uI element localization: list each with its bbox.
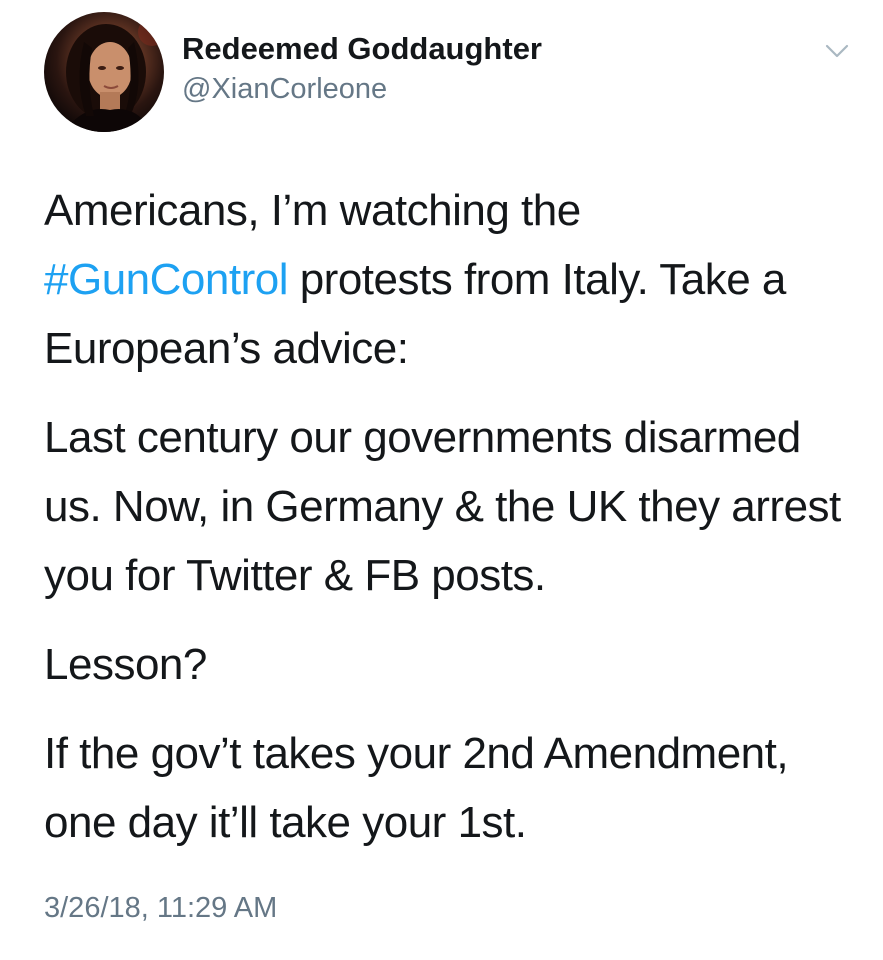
tweet-text: Americans, I’m watching the #GunControl p…: [44, 176, 864, 877]
tweet-paragraph-3: Lesson?: [44, 640, 207, 689]
tweet-header: Redeemed Goddaughter @XianCorleone: [44, 12, 864, 132]
tweet-paragraph-1: Americans, I’m watching the #GunControl p…: [44, 176, 864, 383]
avatar[interactable]: [44, 12, 164, 132]
tweet-card: Redeemed Goddaughter @XianCorleone Ameri…: [0, 0, 883, 960]
hashtag-link[interactable]: #GunControl: [44, 255, 288, 304]
tweet-timestamp[interactable]: 3/26/18, 11:29 AM: [44, 892, 277, 925]
username-handle[interactable]: @XianCorleone: [182, 70, 542, 108]
author-info: Redeemed Goddaughter @XianCorleone: [182, 30, 542, 108]
tweet-paragraph-4: If the gov’t takes your 2nd Amendment, o…: [44, 729, 789, 847]
tweet-paragraph-2: Last century our governments disarmed us…: [44, 413, 841, 600]
tweet-text-segment: Americans, I’m watching the: [44, 186, 581, 235]
display-name[interactable]: Redeemed Goddaughter: [182, 30, 542, 68]
chevron-down-icon[interactable]: [820, 34, 854, 68]
